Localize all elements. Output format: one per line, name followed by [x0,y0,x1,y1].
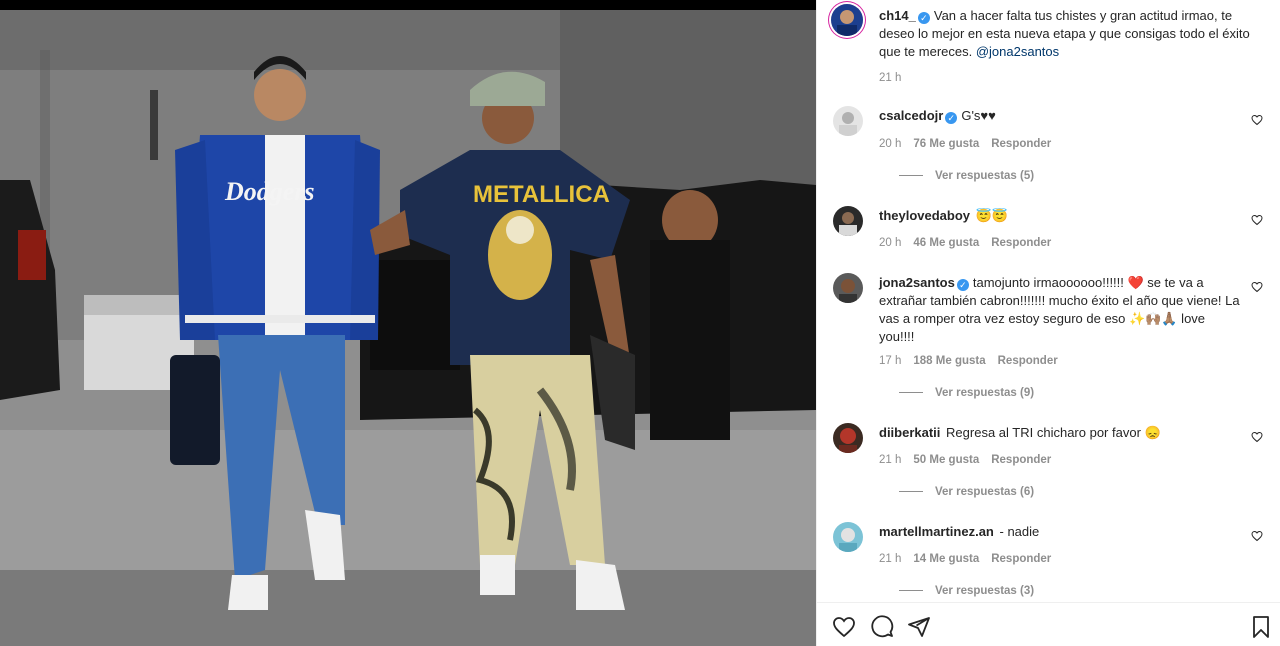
heart-icon [833,617,855,638]
author-avatar-image [831,4,863,36]
like-button[interactable] [832,615,856,639]
bookmark-icon [1253,616,1269,638]
commenter-avatar[interactable] [833,106,863,136]
replies-divider [899,491,923,493]
comment-text-block: csalcedojr ✓ G's♥♥ [879,107,1239,125]
replies-divider [899,590,923,592]
commenter-avatar[interactable] [833,206,863,236]
comment-like-heart-icon[interactable] [1251,114,1263,126]
send-icon [908,617,930,637]
save-button[interactable] [1249,615,1273,639]
comment-likes[interactable]: 50 Me gusta [913,454,979,466]
comment-reply-button[interactable]: Responder [998,355,1058,367]
comment-username[interactable]: jona2santos [879,275,955,290]
shirt-text: METALLICA [473,181,610,208]
comment-likes[interactable]: 76 Me gusta [913,138,979,150]
commenter-avatar[interactable] [833,273,863,303]
comment-text-block: theylovedaboy 😇😇 [879,207,1239,225]
comment-like-heart-icon[interactable] [1251,281,1263,293]
comment-username[interactable]: diiberkatii [879,425,940,440]
verified-badge-icon: ✓ [956,279,969,291]
comment-like-heart-icon[interactable] [1251,530,1263,542]
post-photo[interactable]: Dodgers METALLICA [0,10,816,646]
comment-text: G's♥♥ [961,108,996,123]
commenter-avatar-image [833,206,863,236]
top-strip [0,0,816,10]
commenter-avatar[interactable] [833,423,863,453]
comment-time[interactable]: 20 h [879,237,901,249]
author-avatar[interactable] [831,4,863,36]
post-action-bar [817,602,1280,646]
post-photo-illustration: Dodgers METALLICA [0,10,816,646]
comment-meta: 21 h 14 Me gusta Responder [879,553,1063,565]
author-username[interactable]: ch14_ [879,8,916,23]
post-time[interactable]: 21 h [879,72,913,84]
post-time-text: 21 h [879,72,902,84]
comment-likes[interactable]: 46 Me gusta [913,237,979,249]
comment-username[interactable]: theylovedaboy [879,208,970,223]
comment-like-heart-icon[interactable] [1251,431,1263,443]
comment-reply-button[interactable]: Responder [991,138,1051,150]
comment-reply-button[interactable]: Responder [991,454,1051,466]
comment-likes[interactable]: 14 Me gusta [913,553,979,565]
caption-text: Van a hacer falta tus chistes y gran act… [879,8,1250,59]
commenter-avatar[interactable] [833,522,863,552]
commenter-avatar-image [833,106,863,136]
comment-reply-button[interactable]: Responder [991,553,1051,565]
comment-username[interactable]: martellmartinez.an [879,524,994,539]
comment-button[interactable] [870,615,894,639]
view-replies-button[interactable]: Ver respuestas (6) [899,486,1034,498]
commenter-avatar-image [833,522,863,552]
comment-meta: 20 h 46 Me gusta Responder [879,237,1063,249]
replies-divider [899,175,923,177]
comment-meta: 17 h 188 Me gusta Responder [879,355,1070,367]
comment-text-block: diiberkatii Regresa al TRI chicharo por … [879,424,1239,442]
comment-like-heart-icon[interactable] [1251,214,1263,226]
view-replies-text: Ver respuestas (5) [935,170,1035,182]
comment-icon [871,615,894,638]
comment-text: 😇😇 [975,208,1009,223]
view-replies-text: Ver respuestas (9) [935,387,1035,399]
jacket-text: Dodgers [224,177,315,206]
view-replies-button[interactable]: Ver respuestas (5) [899,170,1034,182]
comment-text: - nadie [999,524,1040,539]
comment-username[interactable]: csalcedojr [879,108,943,123]
comment-likes[interactable]: 188 Me gusta [913,355,985,367]
commenter-avatar-image [833,423,863,453]
view-replies-button[interactable]: Ver respuestas (9) [899,387,1034,399]
commenter-avatar-image [833,273,863,303]
comment-time[interactable]: 21 h [879,454,901,466]
comment-time[interactable]: 21 h [879,553,901,565]
view-replies-text: Ver respuestas (6) [935,486,1035,498]
caption-text-block: ch14_ ✓ Van a hacer falta tus chistes y gr… [879,7,1269,61]
comment-reply-button[interactable]: Responder [991,237,1051,249]
comment-text: Regresa al TRI chicharo por favor 😞 [946,425,1161,440]
share-button[interactable] [907,615,931,639]
comment-meta: 21 h 50 Me gusta Responder [879,454,1063,466]
verified-badge-icon: ✓ [917,12,930,24]
comment-text-block: jona2santos ✓ tamojunto irmaoooooo!!!!!! ❤… [879,274,1241,346]
comment-time[interactable]: 17 h [879,355,901,367]
comment-time[interactable]: 20 h [879,138,901,150]
replies-divider [899,392,923,394]
comments-panel: ch14_ ✓ Van a hacer falta tus chistes y gr… [816,0,1280,646]
caption-mention[interactable]: @jona2santos [976,44,1059,59]
comment-meta: 20 h 76 Me gusta Responder [879,138,1063,150]
verified-badge-icon: ✓ [945,112,958,124]
comment-text-block: martellmartinez.an - nadie [879,523,1239,541]
